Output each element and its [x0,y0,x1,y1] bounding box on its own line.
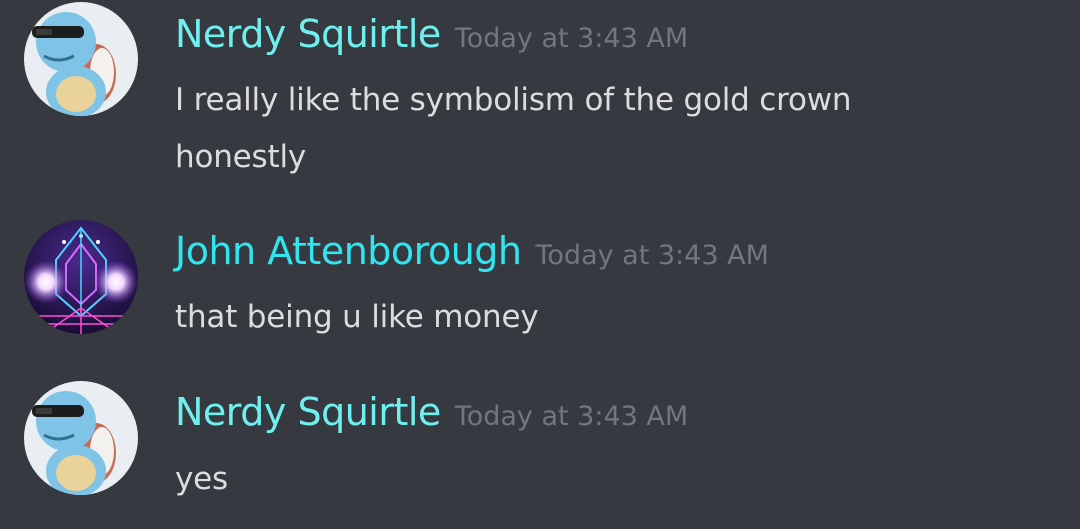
username[interactable]: Nerdy Squirtle [175,12,441,56]
username[interactable]: Nerdy Squirtle [175,390,441,434]
neon-synthwave-avatar-icon[interactable] [24,220,138,334]
message-header: John Attenborough Today at 3:43 AM [175,229,769,273]
username[interactable]: John Attenborough [175,229,522,273]
timestamp: Today at 3:43 AM [454,23,689,54]
message-header: Nerdy Squirtle Today at 3:43 AM [175,390,688,434]
message-header: Nerdy Squirtle Today at 3:43 AM [175,12,688,56]
message-text: yes [175,461,228,497]
message-text: honestly [175,139,306,175]
message-text: that being u like money [175,299,539,335]
message-text: I really like the symbolism of the gold … [175,82,852,118]
squirtle-sunglasses-avatar-icon[interactable] [24,2,138,116]
timestamp: Today at 3:43 AM [454,401,689,432]
timestamp: Today at 3:43 AM [535,240,769,271]
chat-message-list: Nerdy Squirtle Today at 3:43 AM I really … [0,0,1080,529]
squirtle-sunglasses-avatar-icon[interactable] [24,381,138,495]
